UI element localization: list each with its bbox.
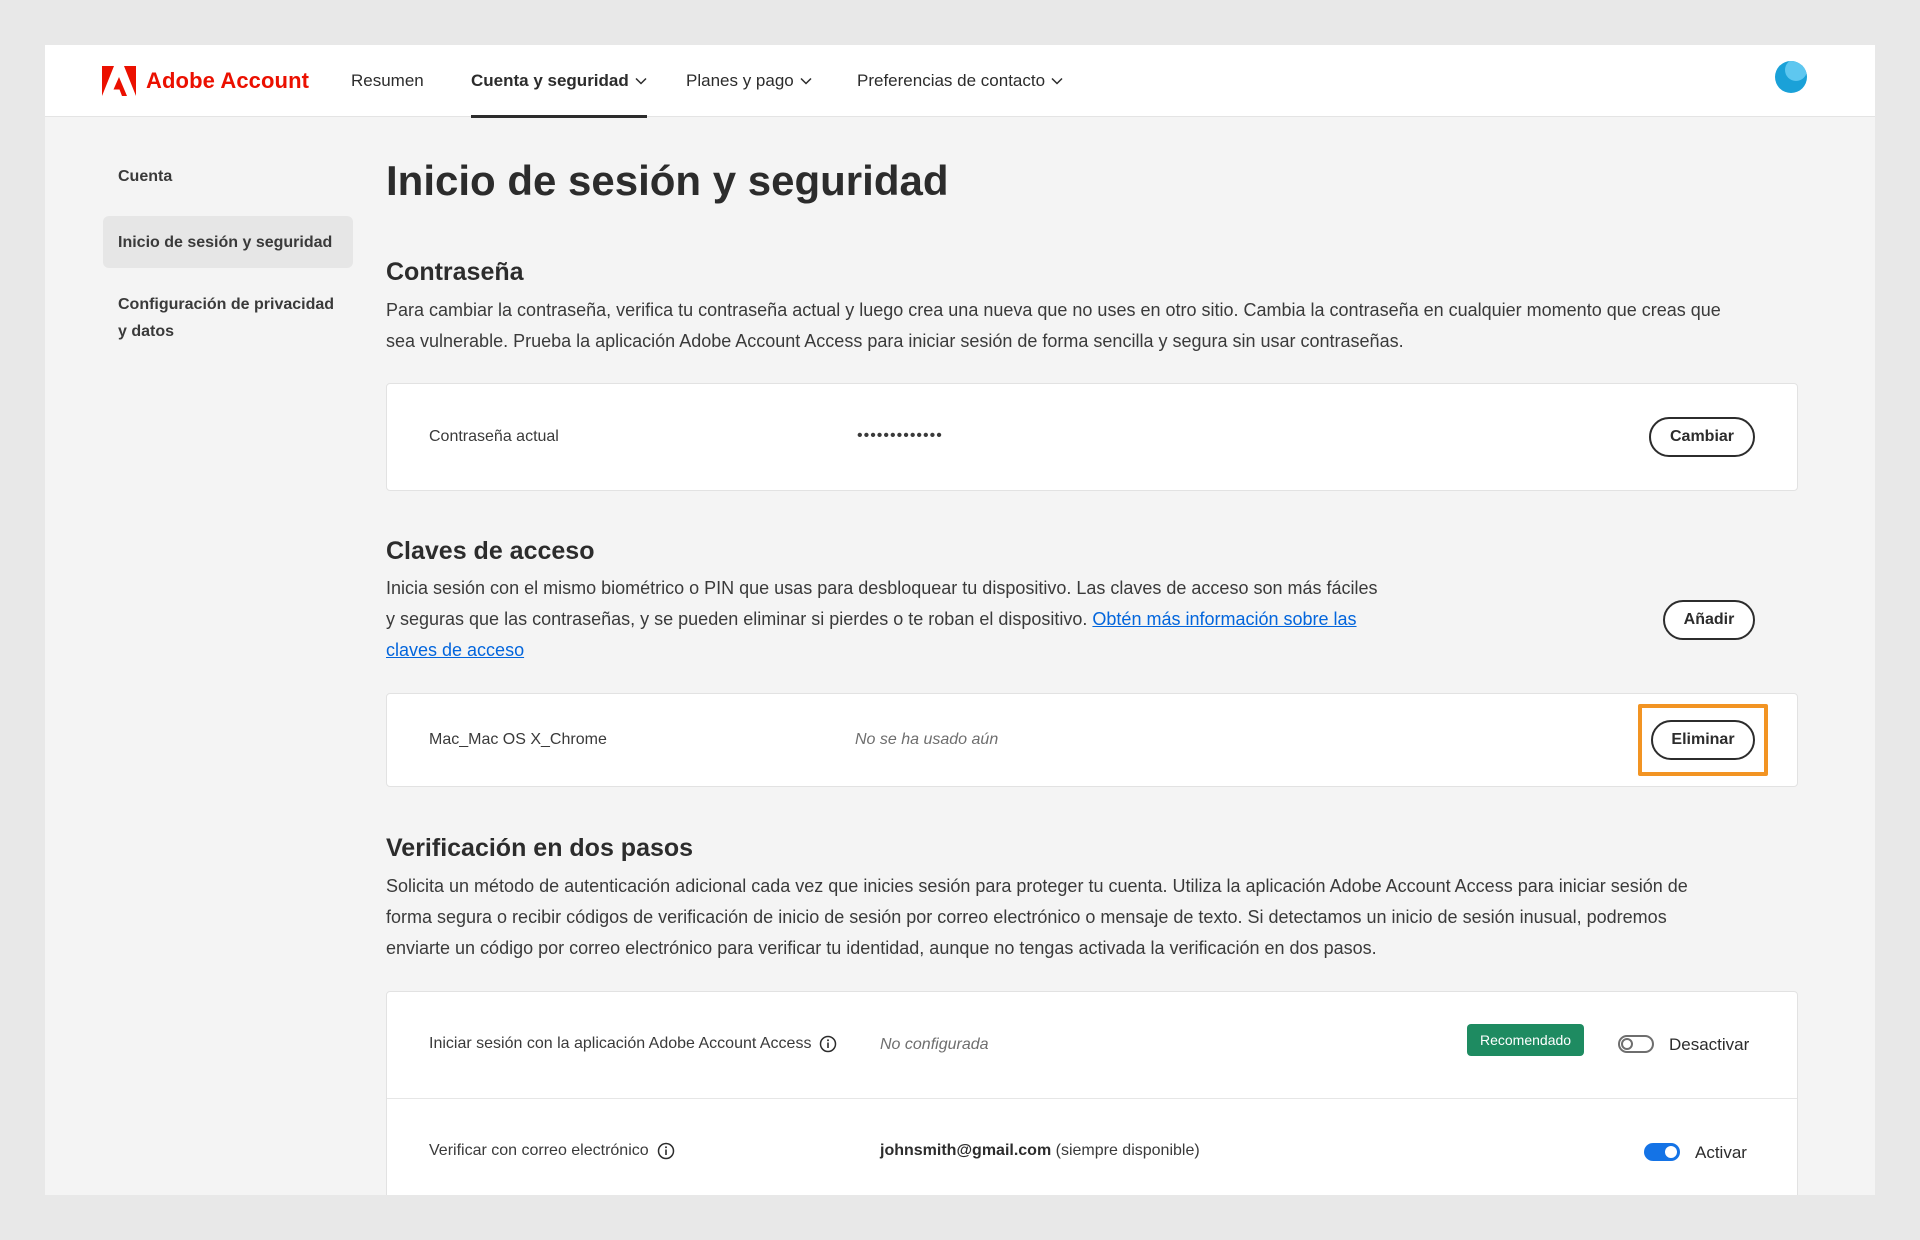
change-password-button[interactable]: Cambiar: [1649, 417, 1755, 457]
learn-more-passkeys-link-cont[interactable]: claves de acceso: [386, 640, 524, 660]
nav-label: Resumen: [351, 71, 424, 90]
passkeys-description: Inicia sesión con el mismo biométrico o …: [386, 573, 1378, 666]
email-availability-note: (siempre disponible): [1055, 1142, 1200, 1159]
password-description: Para cambiar la contraseña, verifica tu …: [386, 295, 1721, 357]
nav-label: Preferencias de contacto: [857, 71, 1046, 90]
two-step-heading: Verificación en dos pasos: [386, 834, 694, 862]
email-verify-toggle[interactable]: [1644, 1143, 1680, 1161]
top-navigation: Adobe Account Resumen Cuenta y seguridad…: [45, 45, 1875, 118]
app-signin-toggle[interactable]: [1618, 1035, 1654, 1053]
sidebar-item-cuenta[interactable]: Cuenta: [103, 163, 353, 190]
add-passkey-button[interactable]: Añadir: [1663, 600, 1755, 640]
email-verify-toggle-label: Activar: [1695, 1143, 1747, 1162]
password-heading: Contraseña: [386, 258, 524, 286]
password-card: Contraseña actual ••••••••••••• Cambiar: [386, 383, 1798, 491]
sidebar-item-label: Cuenta: [118, 168, 173, 185]
nav-planes-y-pago[interactable]: Planes y pago: [686, 45, 812, 117]
current-password-value: •••••••••••••: [857, 427, 943, 444]
passkey-device-name-text: Mac_Mac OS X_Chrome: [429, 731, 607, 748]
email-verify-label-text: Verificar con correo electrónico: [429, 1142, 649, 1159]
two-step-description-line: enviarte un código por correo electrónic…: [386, 938, 1377, 958]
page-title: Inicio de sesión y seguridad: [386, 157, 949, 204]
chevron-down-icon: [1051, 77, 1063, 85]
passkey-device-name: Mac_Mac OS X_Chrome: [429, 731, 607, 749]
remove-passkey-button[interactable]: Eliminar: [1651, 720, 1755, 760]
app-signin-status: No configurada: [880, 1036, 989, 1053]
nav-preferencias-de-contacto[interactable]: Preferencias de contacto: [857, 45, 1063, 117]
nav-resumen[interactable]: Resumen: [351, 45, 424, 117]
passkey-device-status: No se ha usado aún: [855, 731, 999, 748]
avatar[interactable]: [1775, 61, 1807, 93]
app-signin-label-text: Iniciar sesión con la aplicación Adobe A…: [429, 1035, 812, 1052]
chevron-down-icon: [800, 77, 812, 85]
nav-cuenta-y-seguridad[interactable]: Cuenta y seguridad: [471, 45, 647, 118]
app-signin-toggle-label: Desactivar: [1669, 1035, 1750, 1054]
sidebar-item-inicio-de-sesion[interactable]: Inicio de sesión y seguridad: [103, 216, 353, 268]
row-divider: [387, 1098, 1797, 1099]
email-verify-label: Verificar con correo electrónico: [429, 1142, 675, 1160]
learn-more-passkeys-link[interactable]: Obtén más información sobre las: [1092, 609, 1356, 629]
nav-label: Cuenta y seguridad: [471, 71, 629, 90]
current-password-label-text: Contraseña actual: [429, 428, 559, 445]
nav-label: Planes y pago: [686, 71, 794, 90]
email-verify-value: johnsmith@gmail.com (siempre disponible): [880, 1142, 1200, 1160]
two-step-description: Solicita un método de autenticación adic…: [386, 871, 1688, 964]
app-signin-label: Iniciar sesión con la aplicación Adobe A…: [429, 1035, 837, 1053]
sidebar-item-label: Inicio de sesión y seguridad: [118, 233, 333, 251]
sidebar-item-label: y datos: [118, 323, 175, 340]
sidebar-item-privacidad[interactable]: Configuración de privacidad y datos: [103, 291, 353, 345]
passkeys-description-line: Inicia sesión con el mismo biométrico o …: [386, 578, 1378, 598]
brand[interactable]: Adobe Account: [102, 61, 309, 101]
two-step-description-line: Solicita un método de autenticación adic…: [386, 876, 1688, 896]
chevron-down-icon: [635, 77, 647, 85]
password-description-line: sea vulnerable. Prueba la aplicación Ado…: [386, 331, 1404, 351]
passkeys-description-line: y seguras que las contraseñas, y se pued…: [386, 604, 1378, 635]
passkey-device-card: Mac_Mac OS X_Chrome No se ha usado aún: [386, 693, 1798, 787]
password-description-line: Para cambiar la contraseña, verifica tu …: [386, 300, 1721, 320]
passkeys-description-text: y seguras que las contraseñas, y se pued…: [386, 609, 1088, 629]
passkeys-heading: Claves de acceso: [386, 537, 595, 565]
info-icon[interactable]: [657, 1142, 675, 1160]
brand-name: Adobe Account: [146, 68, 310, 93]
sidebar-item-label: Configuración de privacidad: [118, 296, 335, 313]
browser-page: Adobe Account Resumen Cuenta y seguridad…: [45, 45, 1875, 1195]
two-step-card: Iniciar sesión con la aplicación Adobe A…: [386, 991, 1798, 1195]
adobe-logo-icon: [102, 66, 136, 96]
two-step-description-line: forma segura o recibir códigos de verifi…: [386, 907, 1667, 927]
passkeys-description-line: claves de acceso: [386, 635, 1378, 666]
recommended-badge: Recomendado: [1467, 1024, 1585, 1056]
email-address: johnsmith@gmail.com: [880, 1142, 1052, 1159]
info-icon[interactable]: [819, 1035, 837, 1053]
current-password-label: Contraseña actual: [429, 428, 559, 446]
